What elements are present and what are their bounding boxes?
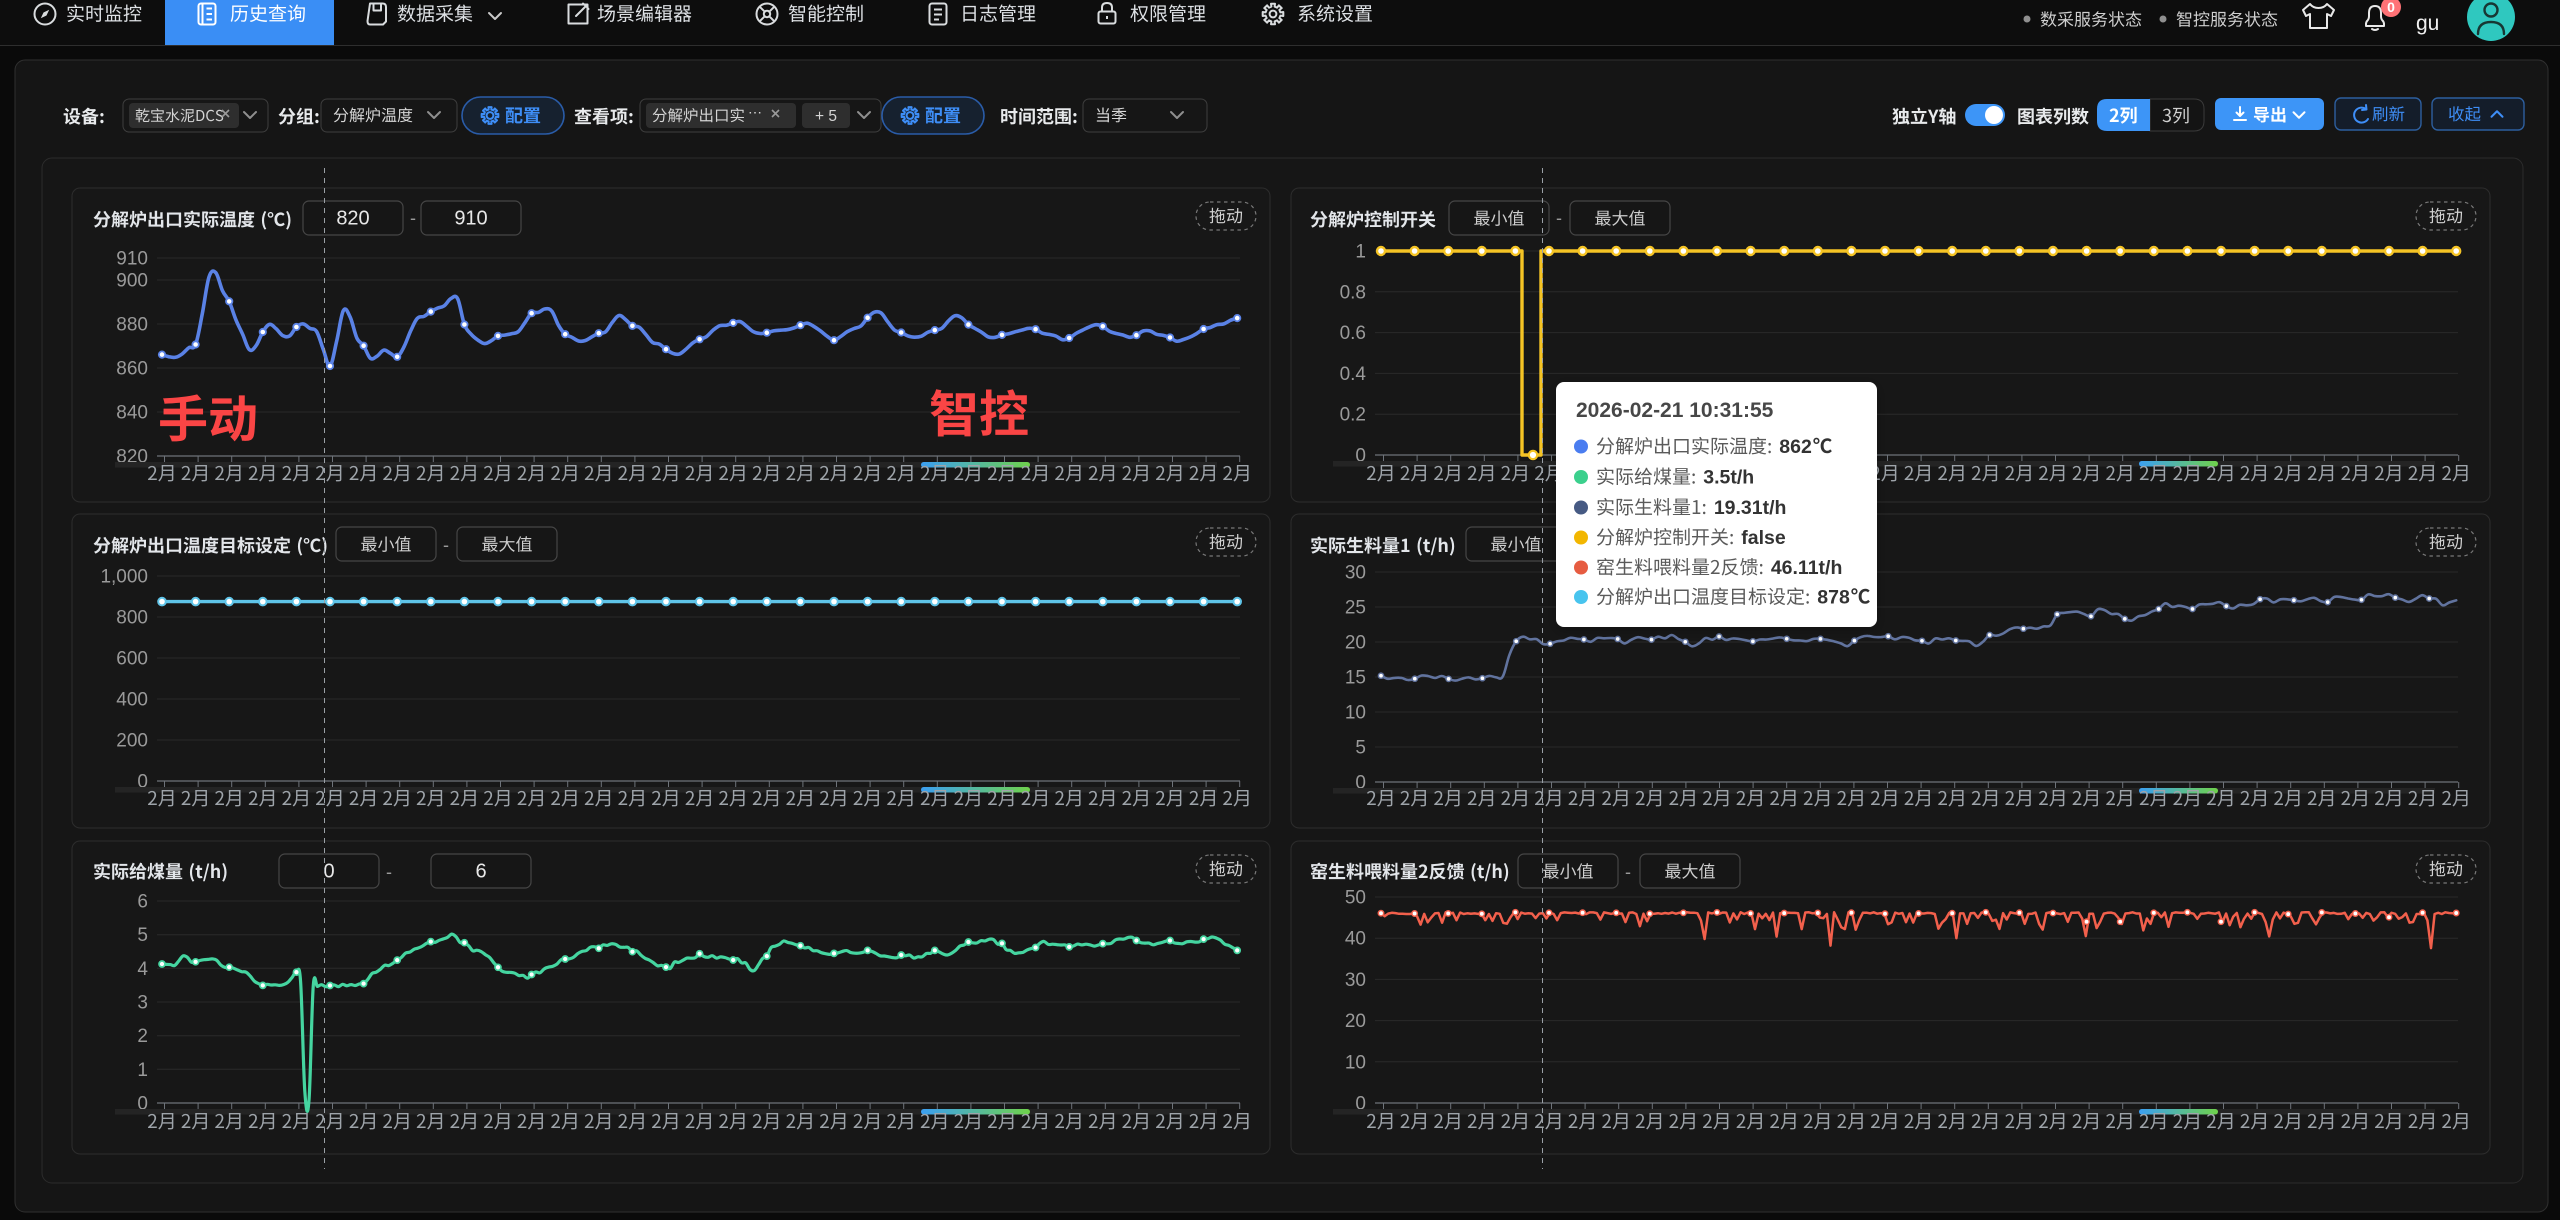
svg-text:0.4: 0.4 <box>1340 364 1367 385</box>
svg-text:19.31t/h: 19.31t/h <box>1714 497 1787 519</box>
svg-text:400: 400 <box>116 690 148 711</box>
svg-text:-: - <box>1625 862 1631 882</box>
svg-text:200: 200 <box>116 731 148 752</box>
svg-text:15: 15 <box>1345 668 1366 689</box>
svg-text:6: 6 <box>137 892 148 913</box>
svg-text:3.5t/h: 3.5t/h <box>1703 467 1754 489</box>
svg-text:0: 0 <box>323 861 334 883</box>
svg-text:20: 20 <box>1345 633 1366 654</box>
svg-text:gu: gu <box>2416 12 2439 35</box>
svg-text:+ 5: + 5 <box>815 108 837 125</box>
svg-text:⋯: ⋯ <box>748 104 762 120</box>
svg-text:1: 1 <box>1355 242 1366 263</box>
svg-text:-: - <box>410 208 416 228</box>
svg-text:5: 5 <box>1355 738 1366 759</box>
svg-text:862: 862 <box>1779 436 1812 458</box>
svg-text:10: 10 <box>1345 703 1366 724</box>
svg-text:878: 878 <box>1817 587 1850 609</box>
svg-text:-: - <box>1556 208 1562 228</box>
svg-text:46.11t/h: 46.11t/h <box>1771 557 1843 579</box>
svg-text:910: 910 <box>116 249 148 270</box>
svg-text:30: 30 <box>1345 563 1366 584</box>
svg-text:-: - <box>386 862 392 882</box>
svg-text:false: false <box>1741 527 1786 549</box>
svg-text:40: 40 <box>1345 929 1366 950</box>
svg-text:30: 30 <box>1345 970 1366 991</box>
svg-text:0.6: 0.6 <box>1340 323 1366 344</box>
svg-text:600: 600 <box>116 649 148 670</box>
svg-text:0: 0 <box>2387 0 2395 15</box>
svg-text:1: 1 <box>137 1060 148 1081</box>
svg-text:-: - <box>443 535 449 555</box>
svg-text:2026-02-21 10:31:55: 2026-02-21 10:31:55 <box>1576 399 1774 422</box>
svg-text:880: 880 <box>116 315 148 336</box>
svg-text:20: 20 <box>1345 1011 1366 1032</box>
svg-text:2: 2 <box>137 1026 148 1047</box>
svg-text:840: 840 <box>116 403 148 424</box>
svg-text:6: 6 <box>475 861 486 883</box>
svg-text:25: 25 <box>1345 598 1366 619</box>
svg-text:4: 4 <box>137 959 148 980</box>
svg-text:800: 800 <box>116 608 148 629</box>
svg-text:900: 900 <box>116 271 148 292</box>
svg-text:5: 5 <box>137 925 148 946</box>
svg-text:10: 10 <box>1345 1052 1366 1073</box>
svg-text:0.2: 0.2 <box>1340 405 1366 426</box>
svg-text:860: 860 <box>116 359 148 380</box>
svg-text:50: 50 <box>1345 888 1366 909</box>
svg-text:1,000: 1,000 <box>100 567 148 588</box>
svg-text:910: 910 <box>454 208 487 230</box>
svg-text:820: 820 <box>336 208 369 230</box>
svg-text:0.8: 0.8 <box>1340 282 1366 303</box>
svg-text:3: 3 <box>137 993 148 1014</box>
